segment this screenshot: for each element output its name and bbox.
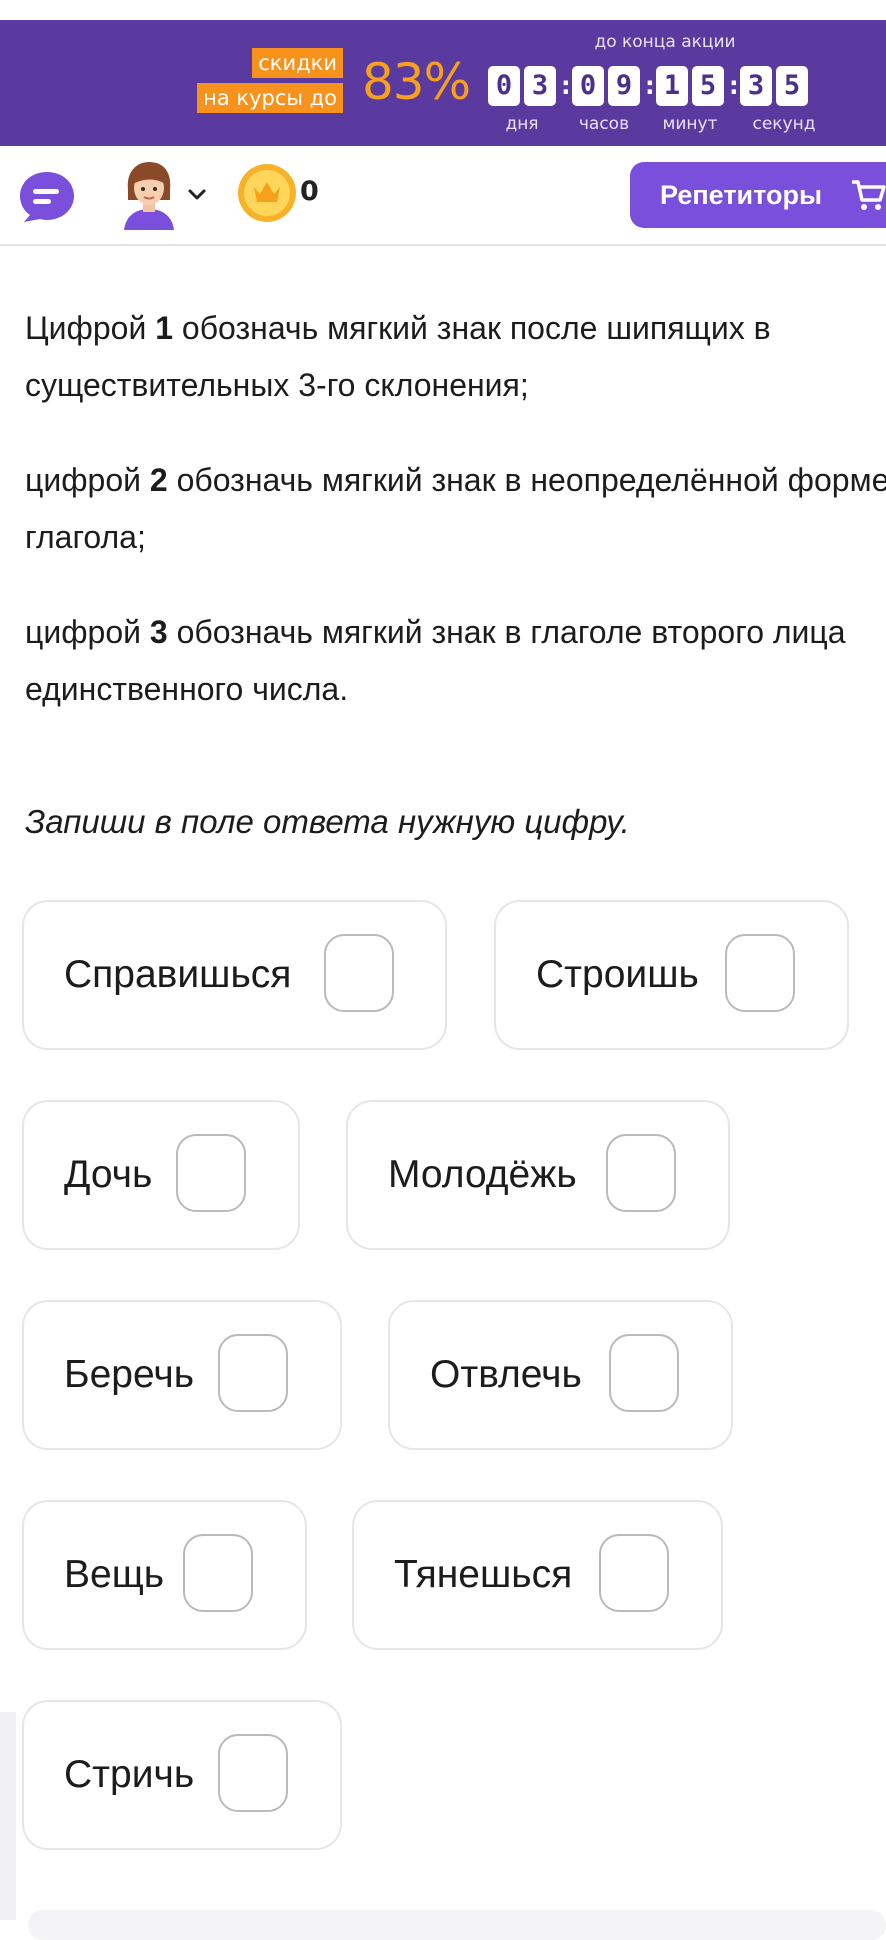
answer-hint: Запиши в поле ответа нужную цифру.	[25, 803, 630, 840]
word-label: Отвлечь	[430, 1353, 582, 1396]
instruction-3-prefix: цифрой	[25, 614, 150, 650]
timer-hours-digit-2: 9	[608, 66, 640, 106]
next-section-edge	[28, 1910, 886, 1940]
answer-field[interactable]	[218, 1734, 288, 1812]
instruction-1-number: 1	[155, 310, 174, 346]
word-card: Беречь	[22, 1300, 342, 1450]
instruction-1: Цифрой 1 обозначь мягкий знак после шипя…	[25, 300, 886, 414]
timer-unit-hours: часов	[578, 114, 630, 134]
word-label: Тянешься	[394, 1553, 573, 1596]
timer-separator: :	[726, 71, 742, 101]
word-label: Справишься	[64, 953, 292, 996]
tutors-button-label: Репетиторы	[660, 180, 823, 210]
timer-separator: :	[558, 71, 574, 101]
avatar[interactable]	[118, 160, 180, 230]
word-card: Строишь	[494, 900, 849, 1050]
timer-separator: :	[642, 71, 658, 101]
word-label: Молодёжь	[388, 1153, 577, 1196]
instruction-3: цифрой 3 обозначь мягкий знак в глаголе …	[25, 604, 886, 718]
answer-field[interactable]	[609, 1334, 679, 1412]
cart-icon	[850, 178, 886, 212]
timer-seconds-digit-1: 3	[740, 66, 772, 106]
word-label: Стричь	[64, 1753, 195, 1796]
word-label: Строишь	[536, 953, 699, 996]
answer-field[interactable]	[599, 1534, 669, 1612]
word-card: Стричь	[22, 1700, 342, 1850]
top-nav: 0 Репетиторы	[0, 146, 886, 246]
answer-field[interactable]	[725, 934, 795, 1012]
promo-tag-line1: скидки	[252, 48, 343, 78]
word-label: Беречь	[64, 1353, 195, 1396]
coin-count: 0	[300, 176, 319, 207]
timer-days-digit-1: 0	[488, 66, 520, 106]
word-card: Молодёжь	[346, 1100, 730, 1250]
tutors-button[interactable]: Репетиторы	[630, 162, 886, 228]
timer-caption: до конца акции	[594, 32, 736, 52]
chevron-down-icon[interactable]	[186, 186, 208, 202]
instruction-2-number: 2	[149, 462, 168, 498]
answer-field[interactable]	[176, 1134, 246, 1212]
word-card: Справишься	[22, 900, 447, 1050]
timer-unit-days: дня	[505, 114, 539, 134]
promo-percent: 83%	[362, 53, 471, 111]
answer-field[interactable]	[183, 1534, 253, 1612]
answer-field[interactable]	[324, 934, 394, 1012]
chat-bubble-icon[interactable]	[18, 171, 76, 223]
timer-days-digit-2: 3	[524, 66, 556, 106]
instruction-2: цифрой 2 обозначь мягкий знак в неопреде…	[25, 452, 886, 566]
word-card: Отвлечь	[388, 1300, 733, 1450]
timer-unit-minutes: минут	[662, 114, 718, 134]
timer-minutes-digit-1: 1	[656, 66, 688, 106]
timer-unit-seconds: секунд	[752, 114, 816, 134]
answer-field[interactable]	[606, 1134, 676, 1212]
word-label: Вещь	[64, 1553, 165, 1596]
timer-seconds-digit-2: 5	[776, 66, 808, 106]
word-card: Тянешься	[352, 1500, 723, 1650]
answer-field[interactable]	[218, 1334, 288, 1412]
timer-hours-digit-1: 0	[572, 66, 604, 106]
instruction-3-number: 3	[149, 614, 168, 650]
word-card: Дочь	[22, 1100, 300, 1250]
word-card: Вещь	[22, 1500, 307, 1650]
instruction-1-prefix: Цифрой	[25, 310, 156, 346]
side-strip	[0, 1712, 16, 1920]
promo-tag-line2: на курсы до	[197, 83, 343, 113]
word-label: Дочь	[64, 1153, 153, 1196]
coin-icon[interactable]	[236, 162, 298, 224]
instruction-2-prefix: цифрой	[25, 462, 150, 498]
timer-minutes-digit-2: 5	[692, 66, 724, 106]
promo-banner[interactable]: скидки на курсы до 83% до конца акции 0 …	[0, 20, 886, 146]
